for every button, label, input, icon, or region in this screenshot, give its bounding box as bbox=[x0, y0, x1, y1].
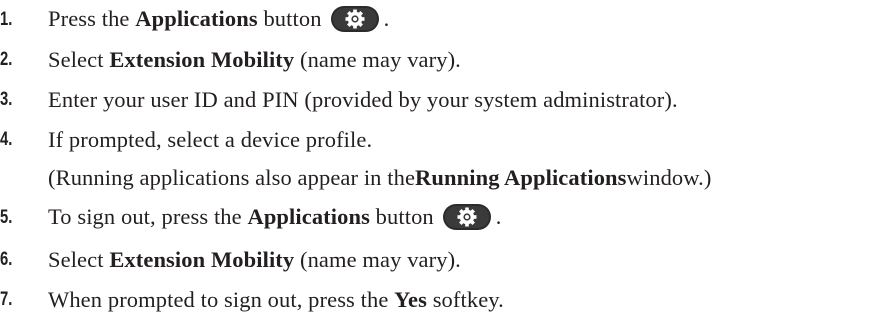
step-1: 1. Press the Applications button. bbox=[0, 0, 389, 40]
gear-icon bbox=[457, 207, 477, 227]
step-text: Press the Applications button. bbox=[48, 6, 389, 35]
step-text: To sign out, press the Applications butt… bbox=[48, 204, 502, 233]
yes-softkey-label: Yes bbox=[394, 287, 427, 312]
applications-button-icon bbox=[442, 203, 492, 231]
applications-label: Applications bbox=[247, 203, 370, 229]
step-number: 1. bbox=[0, 9, 13, 30]
step-number: 3. bbox=[0, 89, 13, 110]
step-2: 2. Select Extension Mobility (name may v… bbox=[0, 40, 461, 80]
step-number: 2. bbox=[0, 49, 13, 70]
step-text: When prompted to sign out, press the Yes… bbox=[48, 287, 504, 312]
extension-mobility-label: Extension Mobility bbox=[109, 47, 295, 72]
step-5: 5. To sign out, press the Applications b… bbox=[0, 198, 502, 238]
step-number: 7. bbox=[0, 289, 13, 310]
step-6: 6. Select Extension Mobility (name may v… bbox=[0, 240, 461, 280]
step-text: Select Extension Mobility (name may vary… bbox=[48, 247, 461, 272]
step-4: 4. If prompted, select a device profile. bbox=[0, 120, 372, 160]
gear-icon bbox=[345, 9, 365, 29]
step-7: 7. When prompted to sign out, press the … bbox=[0, 280, 504, 320]
step-text: Enter your user ID and PIN (provided by … bbox=[48, 87, 678, 112]
step-number: 4. bbox=[0, 129, 13, 150]
running-applications-label: Running Applications bbox=[415, 165, 627, 190]
step-number: 5. bbox=[0, 207, 13, 228]
applications-label: Applications bbox=[135, 5, 258, 31]
step-text: If prompted, select a device profile. bbox=[48, 127, 373, 152]
step-3: 3. Enter your user ID and PIN (provided … bbox=[0, 80, 678, 120]
extension-mobility-label: Extension Mobility bbox=[109, 247, 295, 272]
step-number: 6. bbox=[0, 249, 13, 270]
step-text: Select Extension Mobility (name may vary… bbox=[48, 47, 461, 72]
step-4-note: (Running applications also appear in the… bbox=[48, 165, 712, 190]
applications-button-icon bbox=[330, 5, 380, 33]
